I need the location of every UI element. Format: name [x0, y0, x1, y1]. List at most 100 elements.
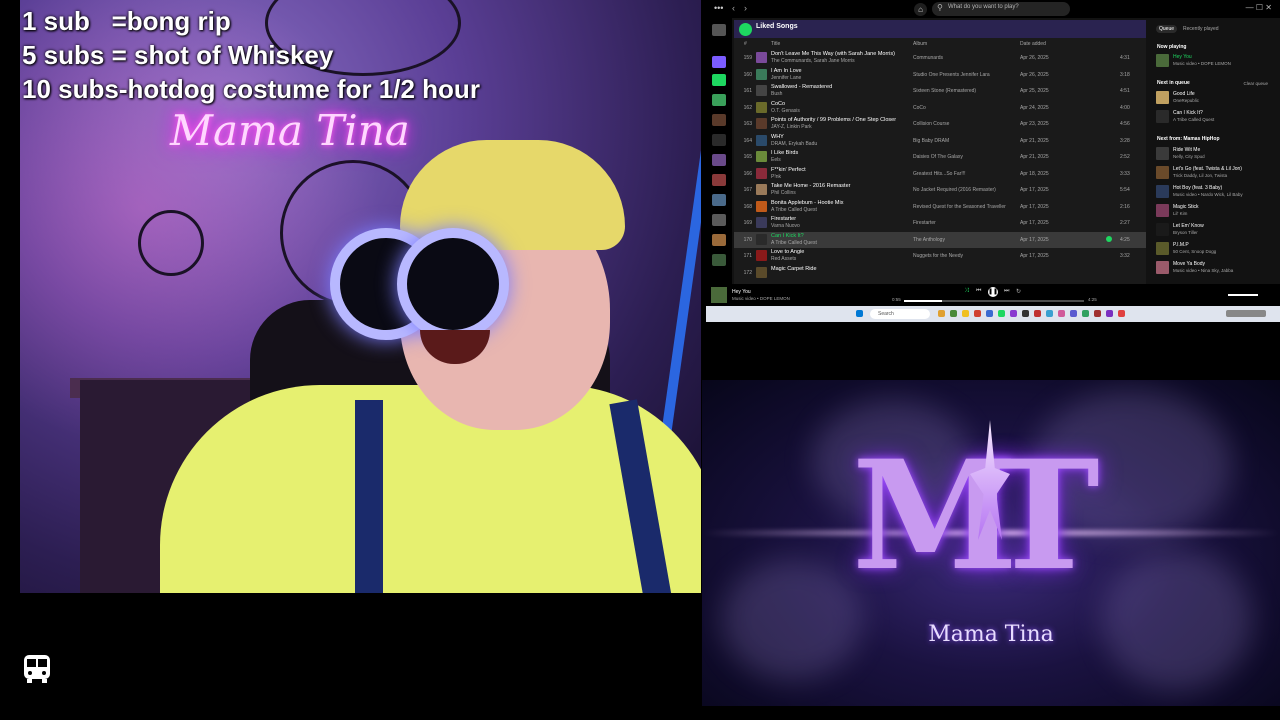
track-row[interactable]: 170 Can I Kick It? A Tribe Called Quest The…	[734, 231, 1146, 248]
track-row[interactable]: 171 Love to Angie Red Assets Nuggets for th…	[734, 248, 1146, 264]
taskbar-app-15[interactable]	[1106, 310, 1113, 317]
taskbar-app-14[interactable]	[1094, 310, 1101, 317]
taskbar-app-9[interactable]	[1034, 310, 1041, 317]
back-icon[interactable]: ‹	[732, 3, 735, 13]
track-title[interactable]: I Like Birds	[771, 150, 798, 156]
shuffle-icon[interactable]: ⤨	[964, 288, 969, 295]
track-album[interactable]: Firestarter	[913, 220, 936, 226]
track-row[interactable]: 160 I Am In Love Jennifer Lane Studio One P…	[734, 67, 1146, 83]
search-input[interactable]: ⚲ What do you want to play?	[932, 2, 1070, 16]
track-artist[interactable]: The Communards, Sarah Jane Morris	[771, 58, 855, 64]
sidebar-playlist-7[interactable]	[712, 174, 726, 186]
queue-item[interactable]: P.I.M.P 50 Cent, Snoop Dogg	[1156, 241, 1274, 257]
window-controls[interactable]: — ☐ ✕	[1246, 3, 1272, 12]
forward-icon[interactable]: ›	[744, 3, 747, 13]
queue-item[interactable]: Ride Wit Me Nelly, City Spud	[1156, 146, 1274, 162]
track-artist[interactable]: Bush	[771, 91, 782, 97]
track-row[interactable]: 161 Swallowed - Remastered Bush Sixteen Sto…	[734, 83, 1146, 99]
queue-item[interactable]: Hot Boy (feat. 3 Baby) Music video • Nard…	[1156, 184, 1274, 200]
start-icon[interactable]	[856, 310, 863, 317]
sidebar-playlist-9[interactable]	[712, 214, 726, 226]
volume-slider[interactable]	[1228, 294, 1258, 296]
now-playing-item[interactable]: Hey You Music video • DOPE LEMON	[1156, 53, 1274, 69]
track-title[interactable]: WHY	[771, 134, 784, 140]
liked-check-icon[interactable]	[1106, 235, 1112, 242]
home-icon[interactable]: ⌂	[914, 3, 927, 16]
track-row[interactable]: 162 CoCo O.T. Genasis CoCo Apr 24, 2025 4:00	[734, 100, 1146, 116]
queue-item[interactable]: Good Life OneRepublic	[1156, 90, 1274, 106]
track-artist[interactable]: O.T. Genasis	[771, 108, 800, 114]
track-row[interactable]: 166 F**kin' Perfect P!nk Greatest Hits...So…	[734, 166, 1146, 182]
taskbar-app-3[interactable]	[962, 310, 969, 317]
track-album[interactable]: Collision Course	[913, 121, 949, 127]
track-album[interactable]: The Anthology	[913, 237, 945, 243]
track-album[interactable]: CoCo	[913, 105, 926, 111]
track-album[interactable]: Daisies Of The Galaxy	[913, 154, 963, 160]
queue-item[interactable]: Move Ya Body Music video • Nina Sky, Jabb…	[1156, 260, 1274, 276]
col-title[interactable]: Title	[771, 41, 780, 47]
queue-item[interactable]: Let's Go (feat. Twista & Lil Jon) Trick D…	[1156, 165, 1274, 181]
taskbar-app-13[interactable]	[1082, 310, 1089, 317]
play-playlist-button[interactable]	[739, 23, 752, 36]
taskbar-app-4[interactable]	[974, 310, 981, 317]
track-row[interactable]: 163 Points of Authority / 99 Problems / O…	[734, 116, 1146, 132]
sidebar-playlist-11[interactable]	[712, 254, 726, 266]
player-title[interactable]: Hey You	[732, 289, 751, 295]
system-tray[interactable]	[1226, 310, 1266, 317]
taskbar-app-1[interactable]	[938, 310, 945, 317]
track-artist[interactable]: A Tribe Called Quest	[771, 207, 817, 213]
taskbar-app-16[interactable]	[1118, 310, 1125, 317]
track-artist[interactable]: P!nk	[771, 174, 781, 180]
queue-item[interactable]: Can I Kick It? A Tribe Called Quest	[1156, 109, 1274, 125]
track-title[interactable]: F**kin' Perfect	[771, 167, 806, 173]
track-artist[interactable]: Varna Nuovo	[771, 223, 800, 229]
track-album[interactable]: Greatest Hits...So Far!!!	[913, 171, 966, 177]
clear-queue-button[interactable]: Clear queue	[1243, 81, 1268, 86]
sidebar-playlist-2[interactable]	[712, 74, 726, 86]
taskbar-app-7[interactable]	[1010, 310, 1017, 317]
track-artist[interactable]: Eels	[771, 157, 781, 163]
pause-button[interactable]: ❚❚	[988, 287, 998, 297]
taskbar-app-10[interactable]	[1046, 310, 1053, 317]
player-artist[interactable]: Music video • DOPE LEMON	[732, 296, 790, 301]
track-row[interactable]: 164 WHY DRAM, Erykah Badu Big Baby DRAM Apr …	[734, 133, 1146, 149]
track-artist[interactable]: DRAM, Erykah Badu	[771, 141, 817, 147]
track-artist[interactable]: Jennifer Lane	[771, 75, 801, 81]
library-icon[interactable]	[712, 24, 726, 36]
sidebar-playlist-4[interactable]	[712, 114, 726, 126]
sidebar-playlist-3[interactable]	[712, 94, 726, 106]
taskbar-app-2[interactable]	[950, 310, 957, 317]
track-title[interactable]: Don't Leave Me This Way (with Sarah Jane…	[771, 51, 895, 57]
track-row[interactable]: 169 Firestarter Varna Nuovo Firestarter Apr …	[734, 215, 1146, 231]
taskbar-app-12[interactable]	[1070, 310, 1077, 317]
track-row[interactable]: 159 Don't Leave Me This Way (with Sarah J…	[734, 50, 1146, 66]
sidebar-playlist-1[interactable]	[712, 56, 726, 68]
taskbar-app-8[interactable]	[1022, 310, 1029, 317]
taskbar-app-5[interactable]	[986, 310, 993, 317]
sidebar-playlist-5[interactable]	[712, 134, 726, 146]
track-title[interactable]: Swallowed - Remastered	[771, 84, 832, 90]
taskbar-app-11[interactable]	[1058, 310, 1065, 317]
queue-item[interactable]: Let Em' Know Bryson Tiller	[1156, 222, 1274, 238]
track-album[interactable]: Big Baby DRAM	[913, 138, 949, 144]
track-album[interactable]: Studio One Presents Jennifer Lara	[913, 72, 990, 78]
track-row[interactable]: 172 Magic Carpet Ride	[734, 265, 1146, 281]
track-title[interactable]: Magic Carpet Ride	[771, 266, 817, 272]
track-row[interactable]: 165 I Like Birds Eels Daisies Of The Galaxy…	[734, 149, 1146, 165]
track-album[interactable]: Sixteen Stone (Remastered)	[913, 88, 976, 94]
previous-icon[interactable]: ⏮	[976, 288, 981, 295]
track-album[interactable]: Communards	[913, 55, 943, 61]
track-title[interactable]: Love to Angie	[771, 249, 804, 255]
track-title[interactable]: I Am In Love	[771, 68, 802, 74]
track-row[interactable]: 168 Bonita Applebum - Hootie Mix A Tribe C…	[734, 199, 1146, 215]
track-album[interactable]: Nuggets for the Needy	[913, 253, 963, 259]
menu-icon[interactable]: •••	[714, 3, 723, 13]
track-artist[interactable]: JAY-Z, Linkin Park	[771, 124, 812, 130]
sidebar-playlist-8[interactable]	[712, 194, 726, 206]
track-title[interactable]: Take Me Home - 2016 Remaster	[771, 183, 850, 189]
queue-item[interactable]: Magic Stick Lil' Kim	[1156, 203, 1274, 219]
track-album[interactable]: No Jacket Required (2016 Remaster)	[913, 187, 996, 193]
taskbar-spotify[interactable]	[998, 310, 1005, 317]
taskbar-search[interactable]: Search	[870, 309, 930, 319]
track-artist[interactable]: Phil Collins	[771, 190, 796, 196]
